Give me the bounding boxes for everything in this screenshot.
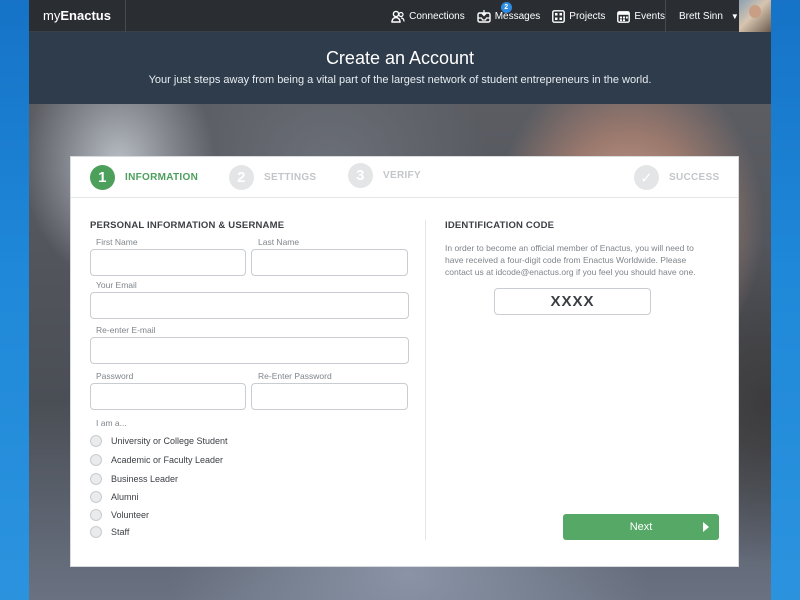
role-option-label: Volunteer xyxy=(111,510,150,520)
role-option-label: Academic or Faculty Leader xyxy=(111,455,224,465)
first-name-label: First Name xyxy=(96,237,138,247)
next-button[interactable]: Next xyxy=(563,514,719,540)
last-name-label: Last Name xyxy=(258,237,300,247)
step-information: 1 INFORMATION xyxy=(90,165,198,190)
nav-connections[interactable]: Connections xyxy=(391,10,465,23)
password-label: Password xyxy=(96,371,134,381)
arrow-right-icon xyxy=(703,522,709,532)
role-option[interactable]: Volunteer xyxy=(90,509,149,521)
avatar[interactable] xyxy=(739,0,771,32)
radio-button[interactable] xyxy=(90,491,102,503)
user-menu[interactable]: Brett Sinn ▼ xyxy=(665,0,771,32)
role-option[interactable]: Business Leader xyxy=(90,473,178,485)
identification-section: IDENTIFICATION CODE In order to become a… xyxy=(445,220,715,315)
calendar-icon xyxy=(617,10,631,23)
nav-messages-label: Messages xyxy=(494,10,541,22)
email-label: Your Email xyxy=(96,280,137,290)
checkmark-icon: ✓ xyxy=(634,165,659,190)
last-name-input[interactable] xyxy=(251,249,408,276)
page-subtitle: Your just steps away from being a vital … xyxy=(148,74,652,86)
reemail-input[interactable] xyxy=(90,337,409,364)
grid-icon xyxy=(552,9,566,23)
reemail-label: Re-enter E-mail xyxy=(96,325,156,335)
step-label: INFORMATION xyxy=(125,172,199,183)
email-input[interactable] xyxy=(90,292,409,319)
radio-button[interactable] xyxy=(90,473,102,485)
identification-code-input[interactable]: XXXX xyxy=(494,288,651,315)
first-name-input[interactable] xyxy=(90,249,246,276)
page-title: Create an Account xyxy=(325,48,475,68)
role-option[interactable]: Alumni xyxy=(90,491,139,503)
personal-info-section: PERSONAL INFORMATION & USERNAME First Na… xyxy=(90,220,410,538)
role-option[interactable]: University or College Student xyxy=(90,435,228,447)
step-number: 3 xyxy=(348,163,373,188)
repassword-label: Re-Enter Password xyxy=(258,371,332,381)
password-input[interactable] xyxy=(90,383,246,410)
inbox-icon xyxy=(477,9,491,23)
nav-connections-label: Connections xyxy=(409,10,465,22)
user-name: Brett Sinn xyxy=(679,10,723,22)
brand-logo[interactable]: my Enactus xyxy=(29,0,126,32)
next-button-label: Next xyxy=(629,521,653,533)
people-icon xyxy=(391,10,405,23)
role-option-label: Staff xyxy=(111,527,130,537)
step-number: 2 xyxy=(229,165,254,190)
step-settings: 2 SETTINGS xyxy=(229,165,316,190)
step-success: ✓ SUCCESS xyxy=(634,165,719,190)
page-header: Create an Account Your just steps away f… xyxy=(29,32,771,104)
step-label: SETTINGS xyxy=(264,172,317,183)
brand-suffix: Enactus xyxy=(60,8,111,23)
nav-projects[interactable]: Projects xyxy=(552,9,606,23)
step-label: SUCCESS xyxy=(669,172,720,183)
app-window: my Enactus Connections 2 Messages Project… xyxy=(29,0,771,600)
repassword-input[interactable] xyxy=(251,383,408,410)
brand-prefix: my xyxy=(43,8,61,23)
radio-button[interactable] xyxy=(90,435,102,447)
role-label: I am a... xyxy=(96,418,127,428)
role-option-label: Business Leader xyxy=(111,474,179,484)
role-option[interactable]: Academic or Faculty Leader xyxy=(90,454,223,466)
nav-events-label: Events xyxy=(634,10,665,22)
section-divider xyxy=(425,220,426,540)
nav-projects-label: Projects xyxy=(569,10,606,22)
identification-description: In order to become an official member of… xyxy=(445,243,696,277)
section-title: IDENTIFICATION CODE xyxy=(445,220,555,231)
radio-button[interactable] xyxy=(90,454,102,466)
role-option[interactable]: Staff xyxy=(90,526,129,538)
role-option-label: University or College Student xyxy=(111,436,228,446)
nav-links: Connections 2 Messages Projects Events xyxy=(379,0,665,32)
caret-down-icon[interactable]: ▼ xyxy=(731,12,739,21)
section-title: PERSONAL INFORMATION & USERNAME xyxy=(90,220,285,231)
nav-events[interactable]: Events xyxy=(617,10,665,23)
signup-card: 1 INFORMATION 2 SETTINGS 3 VERIFY ✓ SUCC… xyxy=(70,156,739,567)
step-progress: 1 INFORMATION 2 SETTINGS 3 VERIFY ✓ SUCC… xyxy=(71,157,738,198)
top-nav: my Enactus Connections 2 Messages Project… xyxy=(29,0,771,32)
step-number: 1 xyxy=(90,165,115,190)
nav-messages[interactable]: 2 Messages xyxy=(477,1,541,23)
step-label: VERIFY xyxy=(383,170,421,181)
messages-badge: 2 xyxy=(500,1,512,13)
role-option-label: Alumni xyxy=(111,492,139,502)
step-verify: 3 VERIFY xyxy=(348,163,421,188)
radio-button[interactable] xyxy=(90,526,102,538)
radio-button[interactable] xyxy=(90,509,102,521)
